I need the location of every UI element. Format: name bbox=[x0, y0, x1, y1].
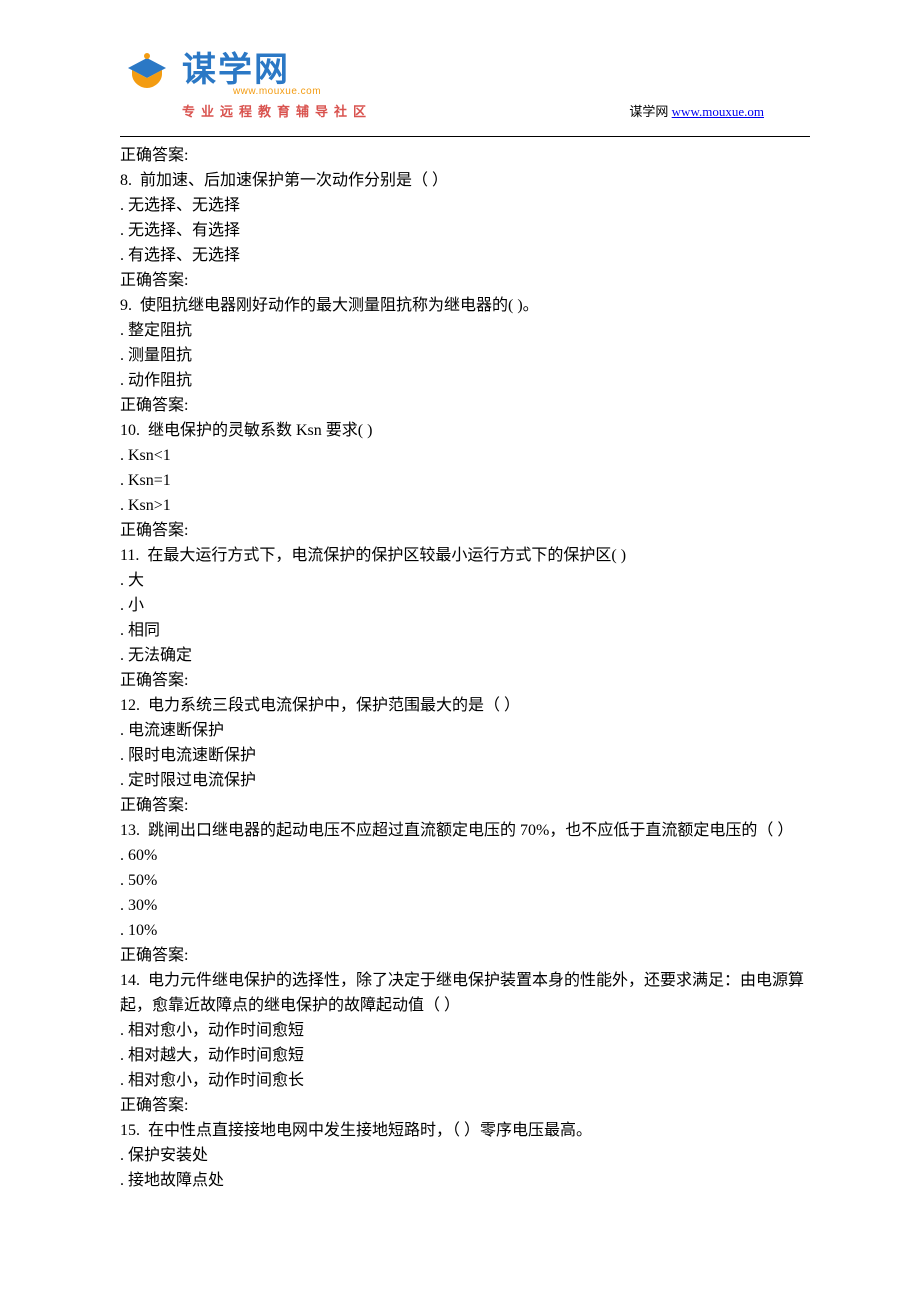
answer-label: 正确答案: bbox=[120, 943, 810, 968]
question-stem: 12. 电力系统三段式电流保护中，保护范围最大的是（ ） bbox=[120, 693, 810, 718]
question-stem: 10. 继电保护的灵敏系数 Ksn 要求( ) bbox=[120, 418, 810, 443]
question-option: . Ksn=1 bbox=[120, 468, 810, 493]
question-stem: 14. 电力元件继电保护的选择性，除了决定于继电保护装置本身的性能外，还要求满足… bbox=[120, 968, 810, 1018]
question-stem: 11. 在最大运行方式下，电流保护的保护区较最小运行方式下的保护区( ) bbox=[120, 543, 810, 568]
question-option: . 定时限过电流保护 bbox=[120, 768, 810, 793]
logo-icon bbox=[120, 52, 174, 99]
question-option: . 无选择、无选择 bbox=[120, 193, 810, 218]
question-stem: 8. 前加速、后加速保护第一次动作分别是（ ） bbox=[120, 168, 810, 193]
logo-text-block: 谋学网 www.mouxue.com 专业远程教育辅导社区 bbox=[182, 52, 372, 120]
page-header: 谋学网 www.mouxue.com 专业远程教育辅导社区 谋学网 www.mo… bbox=[120, 58, 810, 128]
question-option: . 无法确定 bbox=[120, 643, 810, 668]
header-source-link[interactable]: www.mouxue.om bbox=[672, 104, 764, 119]
site-logo: 谋学网 www.mouxue.com 专业远程教育辅导社区 bbox=[120, 52, 372, 120]
question-option: . 30% bbox=[120, 893, 810, 918]
answer-label: 正确答案: bbox=[120, 268, 810, 293]
question-option: . 动作阻抗 bbox=[120, 368, 810, 393]
logo-title: 谋学网 bbox=[182, 52, 372, 88]
question-option: . 50% bbox=[120, 868, 810, 893]
answer-label: 正确答案: bbox=[120, 1093, 810, 1118]
question-option: . 相对愈小，动作时间愈短 bbox=[120, 1018, 810, 1043]
question-option: . 电流速断保护 bbox=[120, 718, 810, 743]
question-option: . Ksn<1 bbox=[120, 443, 810, 468]
question-option: . 整定阻抗 bbox=[120, 318, 810, 343]
question-content: 正确答案: 8. 前加速、后加速保护第一次动作分别是（ ） . 无选择、无选择 … bbox=[120, 143, 810, 1193]
answer-label: 正确答案: bbox=[120, 668, 810, 693]
question-stem: 15. 在中性点直接接地电网中发生接地短路时，（ ）零序电压最高。 bbox=[120, 1118, 810, 1143]
question-stem: 13. 跳闸出口继电器的起动电压不应超过直流额定电压的 70%，也不应低于直流额… bbox=[120, 818, 810, 843]
question-option: . 大 bbox=[120, 568, 810, 593]
logo-tagline: 专业远程教育辅导社区 bbox=[182, 101, 372, 120]
question-option: . 无选择、有选择 bbox=[120, 218, 810, 243]
question-option: . 10% bbox=[120, 918, 810, 943]
header-source: 谋学网 www.mouxue.om bbox=[629, 101, 764, 120]
answer-label: 正确答案: bbox=[120, 393, 810, 418]
question-stem: 9. 使阻抗继电器刚好动作的最大测量阻抗称为继电器的( )。 bbox=[120, 293, 810, 318]
question-option: . 接地故障点处 bbox=[120, 1168, 810, 1193]
answer-label: 正确答案: bbox=[120, 793, 810, 818]
question-option: . 相对愈小，动作时间愈长 bbox=[120, 1068, 810, 1093]
question-option: . 保护安装处 bbox=[120, 1143, 810, 1168]
question-option: . 小 bbox=[120, 593, 810, 618]
question-option: . 测量阻抗 bbox=[120, 343, 810, 368]
question-option: . 相对越大，动作时间愈短 bbox=[120, 1043, 810, 1068]
question-option: . 有选择、无选择 bbox=[120, 243, 810, 268]
question-option: . 限时电流速断保护 bbox=[120, 743, 810, 768]
question-option: . 相同 bbox=[120, 618, 810, 643]
answer-label: 正确答案: bbox=[120, 518, 810, 543]
answer-label: 正确答案: bbox=[120, 143, 810, 168]
question-option: . Ksn>1 bbox=[120, 493, 810, 518]
header-divider bbox=[120, 136, 810, 137]
question-option: . 60% bbox=[120, 843, 810, 868]
header-source-label: 谋学网 bbox=[629, 104, 668, 119]
